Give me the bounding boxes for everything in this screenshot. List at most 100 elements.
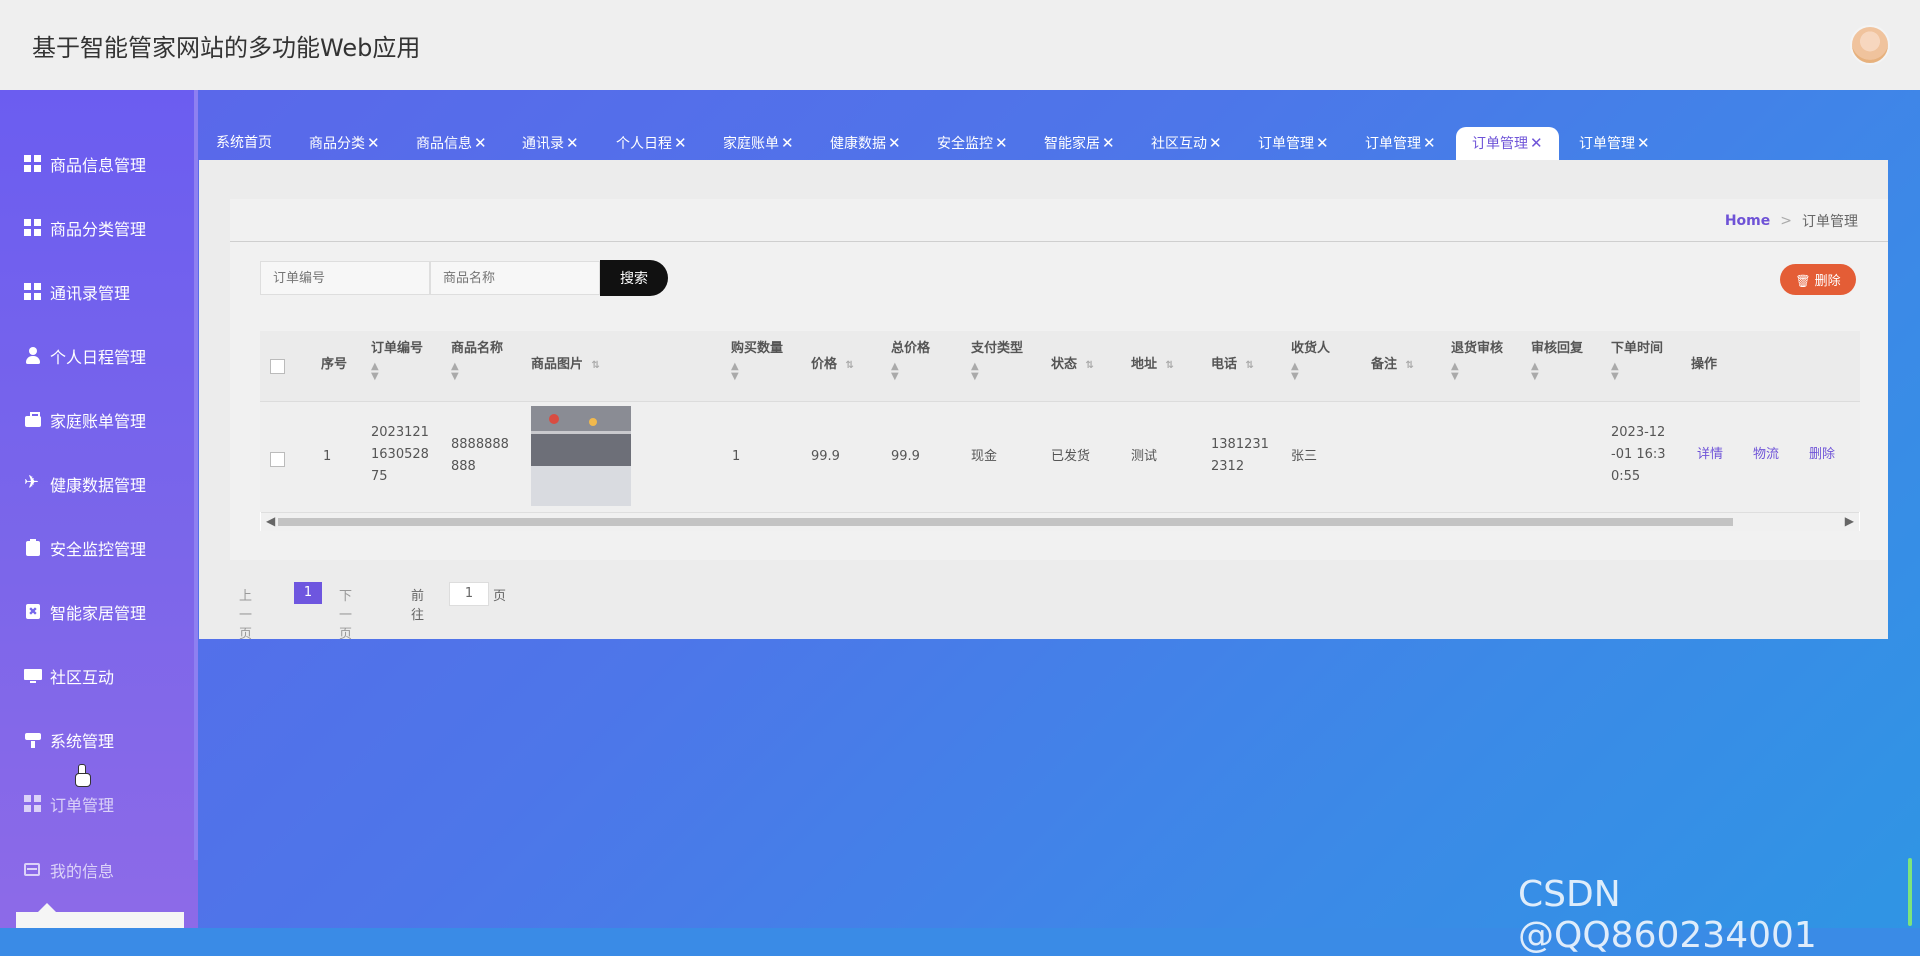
sort-icon[interactable]: ▲ ▼ [1451, 362, 1503, 382]
details-button[interactable]: 详情 [1697, 444, 1723, 466]
sort-icon[interactable]: ▲ ▼ [731, 362, 783, 382]
sort-icon[interactable]: ⇅ [1406, 360, 1414, 371]
sort-icon[interactable]: ▲ ▼ [1291, 362, 1330, 382]
sidebar-scrollbar[interactable] [194, 90, 198, 860]
logistics-button[interactable]: 物流 [1753, 444, 1779, 466]
column-phone[interactable]: 电话 ⇅ [1211, 354, 1254, 377]
breadcrumb-separator: > [1780, 213, 1792, 229]
scroll-left-icon[interactable]: ◀ [266, 514, 275, 528]
sidebar-item-orders[interactable]: 订单管理 [24, 789, 114, 819]
sidebar-item-system[interactable]: 系统管理 [24, 725, 114, 755]
close-icon[interactable]: ✕ [674, 134, 687, 152]
column-return-review[interactable]: 退货审核 ▲ ▼ [1451, 338, 1503, 382]
tab-smart-home[interactable]: 智能家居 ✕ [1044, 127, 1115, 160]
column-order-time[interactable]: 下单时间 ▲ ▼ [1611, 338, 1663, 382]
scrollbar-thumb[interactable] [278, 518, 1733, 526]
column-status[interactable]: 状态 ⇅ [1051, 354, 1094, 377]
column-quantity[interactable]: 购买数量 ▲ ▼ [731, 338, 783, 382]
current-page-button[interactable]: 1 [294, 582, 322, 604]
avatar[interactable] [1850, 25, 1890, 65]
row-checkbox[interactable] [270, 452, 285, 467]
tab-label: 个人日程 [616, 136, 672, 152]
goto-page-input[interactable]: 1 [449, 582, 489, 606]
tab-contacts[interactable]: 通讯录 ✕ [522, 127, 579, 160]
next-page-button[interactable]: 下一页 [339, 585, 352, 642]
sort-icon[interactable]: ▲ ▼ [1531, 362, 1583, 382]
breadcrumb-current: 订单管理 [1802, 214, 1858, 230]
column-review-reply[interactable]: 审核回复 ▲ ▼ [1531, 338, 1583, 382]
tab-orders-2[interactable]: 订单管理 ✕ [1365, 127, 1436, 160]
sort-icon[interactable]: ⇅ [846, 360, 854, 371]
close-icon[interactable]: ✕ [1209, 134, 1222, 152]
column-label: 下单时间 [1611, 341, 1664, 356]
sort-icon[interactable]: ⇅ [1246, 360, 1254, 371]
table-horizontal-scrollbar[interactable]: ◀ ▶ [261, 512, 1859, 531]
column-remark[interactable]: 备注 ⇅ [1371, 354, 1414, 377]
sidebar-item-goods-category[interactable]: 商品分类管理 [24, 213, 146, 243]
select-all-checkbox[interactable] [270, 359, 285, 374]
column-receiver[interactable]: 收货人 ▲ ▼ [1291, 338, 1330, 382]
sort-icon[interactable]: ⇅ [592, 360, 600, 371]
sort-icon[interactable]: ⇅ [1166, 360, 1174, 371]
green-slider-handle[interactable] [1908, 858, 1912, 926]
order-number-input[interactable] [260, 261, 430, 295]
breadcrumb-home[interactable]: Home [1725, 213, 1770, 229]
sidebar-item-bills[interactable]: 家庭账单管理 [24, 405, 146, 435]
tab-goods-category[interactable]: 商品分类 ✕ [309, 127, 380, 160]
sidebar-item-goods-info[interactable]: 商品信息管理 [24, 149, 146, 179]
sidebar-item-security[interactable]: 安全监控管理 [24, 533, 146, 563]
tab-home[interactable]: 系统首页 [216, 127, 272, 160]
product-name-line: 8888888 [451, 437, 509, 452]
column-payment[interactable]: 支付类型 ▲ ▼ [971, 338, 1023, 382]
close-icon[interactable]: ✕ [995, 134, 1008, 152]
tab-goods-info[interactable]: 商品信息 ✕ [416, 127, 487, 160]
column-total[interactable]: 总价格 ▲ ▼ [891, 338, 930, 382]
column-product-name[interactable]: 商品名称 ▲ ▼ [451, 338, 503, 382]
close-icon[interactable]: ✕ [474, 134, 487, 152]
column-product-image[interactable]: 商品图片 ⇅ [531, 354, 600, 377]
sidebar-item-my-info[interactable]: 我的信息 [24, 855, 114, 885]
close-icon[interactable]: ✕ [1316, 134, 1329, 152]
sort-icon[interactable]: ▲ ▼ [1611, 362, 1663, 382]
close-icon[interactable]: ✕ [1637, 134, 1650, 152]
delete-button[interactable]: 🗑 删除 [1780, 264, 1856, 295]
column-order-number[interactable]: 订单编号 ▲ ▼ [371, 338, 423, 382]
sort-icon[interactable]: ▲ ▼ [451, 362, 503, 382]
column-price[interactable]: 价格 ⇅ [811, 354, 854, 377]
sort-icon[interactable]: ▲ ▼ [971, 362, 1023, 382]
tab-orders-1[interactable]: 订单管理 ✕ [1258, 127, 1329, 160]
sidebar-item-schedule[interactable]: 个人日程管理 [24, 341, 146, 371]
sort-icon[interactable]: ▲ ▼ [891, 362, 930, 382]
delete-row-button[interactable]: 删除 [1809, 444, 1835, 466]
sidebar-item-community[interactable]: 社区互动 [24, 661, 114, 691]
close-icon[interactable]: ✕ [1530, 134, 1543, 152]
close-icon[interactable]: ✕ [566, 134, 579, 152]
close-icon[interactable]: ✕ [1423, 134, 1436, 152]
sort-icon[interactable]: ⇅ [1086, 360, 1094, 371]
tab-label: 订单管理 [1365, 136, 1421, 152]
close-icon[interactable]: ✕ [888, 134, 901, 152]
tab-schedule[interactable]: 个人日程 ✕ [616, 127, 687, 160]
tab-health[interactable]: 健康数据 ✕ [830, 127, 901, 160]
product-name-input[interactable] [430, 261, 600, 295]
tab-orders-3[interactable]: 订单管理 ✕ [1579, 127, 1650, 160]
sort-icon[interactable]: ▲ ▼ [371, 362, 423, 382]
sidebar-item-contacts[interactable]: 通讯录管理 [24, 277, 130, 307]
column-address[interactable]: 地址 ⇅ [1131, 354, 1174, 377]
close-icon[interactable]: ✕ [1102, 134, 1115, 152]
scroll-right-icon[interactable]: ▶ [1845, 514, 1854, 528]
tab-bills[interactable]: 家庭账单 ✕ [723, 127, 794, 160]
close-icon[interactable]: ✕ [781, 134, 794, 152]
sidebar-item-smart-home[interactable]: 智能家居管理 [24, 597, 146, 627]
tab-orders-active[interactable]: 订单管理 ✕ [1456, 127, 1559, 160]
sidebar-popover [16, 903, 184, 928]
close-icon[interactable]: ✕ [367, 134, 380, 152]
prev-page-button[interactable]: 上一页 [239, 585, 252, 642]
search-button[interactable]: 搜索 [600, 260, 668, 296]
sidebar-item-health[interactable]: 健康数据管理 [24, 469, 146, 499]
column-label: 购买数量 [731, 341, 784, 356]
address-cell: 测试 [1131, 449, 1158, 464]
tab-security[interactable]: 安全监控 ✕ [937, 127, 1008, 160]
tab-label: 通讯录 [522, 136, 564, 152]
tab-community[interactable]: 社区互动 ✕ [1151, 127, 1222, 160]
